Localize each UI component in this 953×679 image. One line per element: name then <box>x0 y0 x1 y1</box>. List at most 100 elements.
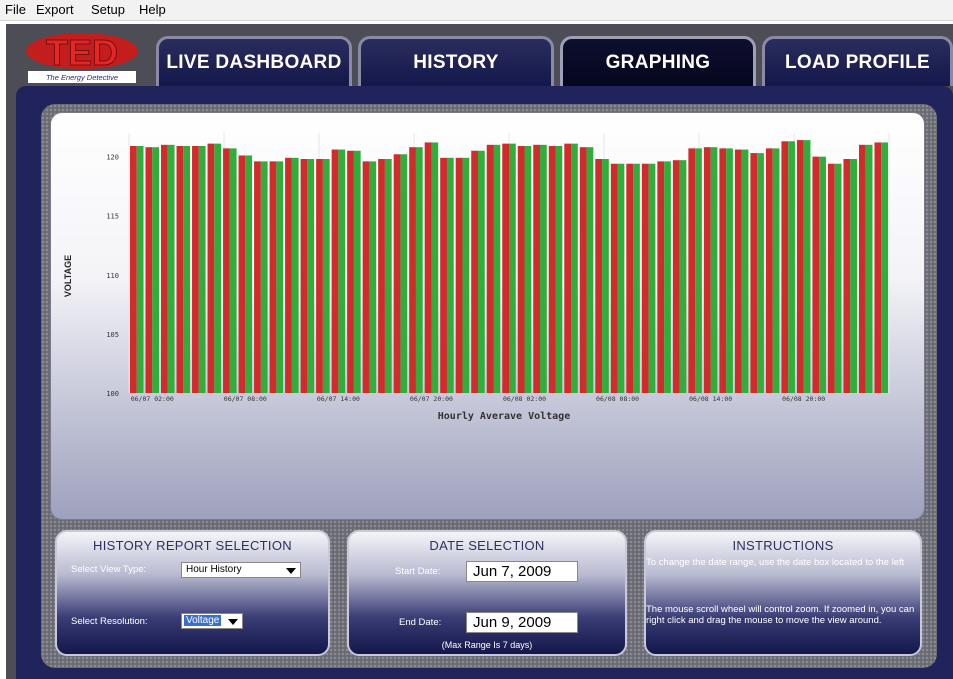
bar-red[interactable] <box>300 159 308 393</box>
bar-green[interactable] <box>834 163 842 393</box>
bar-green[interactable] <box>167 144 175 393</box>
tab-load-profile[interactable]: LOAD PROFILE <box>762 36 953 86</box>
bar-red[interactable] <box>781 141 789 393</box>
view-type-select[interactable]: Hour History <box>181 562 301 578</box>
bar-green[interactable] <box>819 156 826 393</box>
bar-green[interactable] <box>152 147 160 393</box>
bar-green[interactable] <box>307 159 315 393</box>
bar-red[interactable] <box>223 148 230 393</box>
bar-red[interactable] <box>393 154 401 393</box>
chart-container[interactable]: 100 105 110 115 120 06/07 02:00 06/07 08:00 06… <box>50 112 925 520</box>
bar-red[interactable] <box>362 161 370 393</box>
bar-red[interactable] <box>455 157 463 393</box>
bar-red[interactable] <box>207 143 215 393</box>
bar-green[interactable] <box>803 140 811 393</box>
bar-green[interactable] <box>586 147 594 393</box>
bar-green[interactable] <box>726 148 733 393</box>
bar-red[interactable] <box>874 142 882 393</box>
resolution-select[interactable]: Voltage <box>181 613 243 629</box>
tab-live-dashboard[interactable]: LIVE DASHBOARD <box>156 36 352 86</box>
bar-red[interactable] <box>657 161 665 393</box>
bar-red[interactable] <box>331 149 339 393</box>
bar-green[interactable] <box>695 148 702 393</box>
bar-red[interactable] <box>688 148 696 393</box>
bar-green[interactable] <box>571 143 578 393</box>
menu-file[interactable]: File <box>5 2 26 17</box>
bar-green[interactable] <box>602 159 609 393</box>
bar-green[interactable] <box>509 143 516 393</box>
bar-red[interactable] <box>734 149 742 393</box>
bar-red[interactable] <box>161 144 168 393</box>
bar-green[interactable] <box>183 146 191 393</box>
tab-history[interactable]: HISTORY <box>358 36 554 86</box>
bar-red[interactable] <box>424 142 432 393</box>
bar-green[interactable] <box>679 160 687 393</box>
bar-red[interactable] <box>285 157 292 393</box>
bar-green[interactable] <box>260 161 268 393</box>
bar-green[interactable] <box>431 142 439 393</box>
bar-red[interactable] <box>719 148 727 393</box>
bar-green[interactable] <box>446 157 454 393</box>
bar-green[interactable] <box>493 144 501 393</box>
tab-graphing[interactable]: GRAPHING <box>560 36 756 86</box>
bar-red[interactable] <box>316 159 323 393</box>
bar-green[interactable] <box>322 159 330 393</box>
bar-red[interactable] <box>595 159 603 393</box>
menu-help[interactable]: Help <box>139 2 166 17</box>
bar-red[interactable] <box>192 146 199 393</box>
bar-green[interactable] <box>524 146 532 393</box>
bar-green[interactable] <box>850 159 857 393</box>
bar-green[interactable] <box>198 146 206 393</box>
bar-green[interactable] <box>136 146 144 393</box>
bar-red[interactable] <box>502 143 509 393</box>
bar-green[interactable] <box>710 147 718 393</box>
bar-green[interactable] <box>555 146 563 393</box>
bar-red[interactable] <box>486 144 494 393</box>
bar-red[interactable] <box>827 163 835 393</box>
bar-red[interactable] <box>548 146 556 393</box>
bar-green[interactable] <box>881 142 888 393</box>
bar-green[interactable] <box>477 150 485 393</box>
bar-red[interactable] <box>750 153 758 393</box>
bar-green[interactable] <box>617 163 625 393</box>
bar-green[interactable] <box>291 157 299 393</box>
bar-red[interactable] <box>378 159 385 393</box>
bar-red[interactable] <box>610 163 618 393</box>
bar-red[interactable] <box>517 146 525 393</box>
bar-green[interactable] <box>540 144 547 393</box>
bar-red[interactable] <box>564 143 572 393</box>
bar-red[interactable] <box>703 147 711 393</box>
bar-green[interactable] <box>648 163 656 393</box>
bar-green[interactable] <box>384 159 392 393</box>
bar-red[interactable] <box>765 148 773 393</box>
menu-export[interactable]: Export <box>36 2 74 17</box>
bar-green[interactable] <box>338 149 346 393</box>
bar-red[interactable] <box>176 146 184 393</box>
bar-red[interactable] <box>254 161 261 393</box>
bar-red[interactable] <box>579 147 587 393</box>
bar-green[interactable] <box>462 157 470 393</box>
bar-green[interactable] <box>865 144 873 393</box>
bar-red[interactable] <box>471 150 478 393</box>
bar-green[interactable] <box>245 155 253 393</box>
bar-green[interactable] <box>788 141 795 393</box>
bar-red[interactable] <box>843 159 851 393</box>
bar-red[interactable] <box>796 140 804 393</box>
bar-red[interactable] <box>858 144 866 393</box>
bar-green[interactable] <box>369 161 377 393</box>
voltage-chart[interactable]: 100 105 110 115 120 06/07 02:00 06/07 08:00 06… <box>51 113 924 519</box>
bar-red[interactable] <box>533 144 541 393</box>
bar-green[interactable] <box>664 161 671 393</box>
bar-red[interactable] <box>641 163 649 393</box>
bar-green[interactable] <box>741 149 749 393</box>
bar-green[interactable] <box>415 147 423 393</box>
bar-green[interactable] <box>276 161 284 393</box>
bar-red[interactable] <box>626 163 634 393</box>
bar-red[interactable] <box>812 156 820 393</box>
bar-green[interactable] <box>757 153 764 393</box>
bar-red[interactable] <box>269 161 277 393</box>
bar-green[interactable] <box>633 163 640 393</box>
end-date-input[interactable]: Jun 9, 2009 <box>466 612 578 633</box>
bar-green[interactable] <box>353 150 361 393</box>
bar-red[interactable] <box>672 160 680 393</box>
